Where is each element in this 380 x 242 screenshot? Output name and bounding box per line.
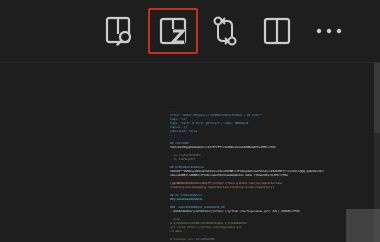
open-preview-icon <box>105 16 132 46</box>
more-actions-button[interactable] <box>304 8 354 54</box>
editor-toolbar <box>0 0 380 62</box>
toggle-zen-button[interactable] <box>148 8 198 54</box>
ellipsis-icon <box>316 28 342 34</box>
minimap-slider[interactable] <box>346 209 380 242</box>
split-editor-button[interactable] <box>252 8 302 54</box>
split-editor-icon <box>263 17 291 45</box>
compare-changes-button[interactable] <box>200 8 250 54</box>
open-preview-button[interactable] <box>94 8 144 54</box>
compare-changes-icon <box>213 16 237 46</box>
split-z-icon <box>159 17 187 45</box>
